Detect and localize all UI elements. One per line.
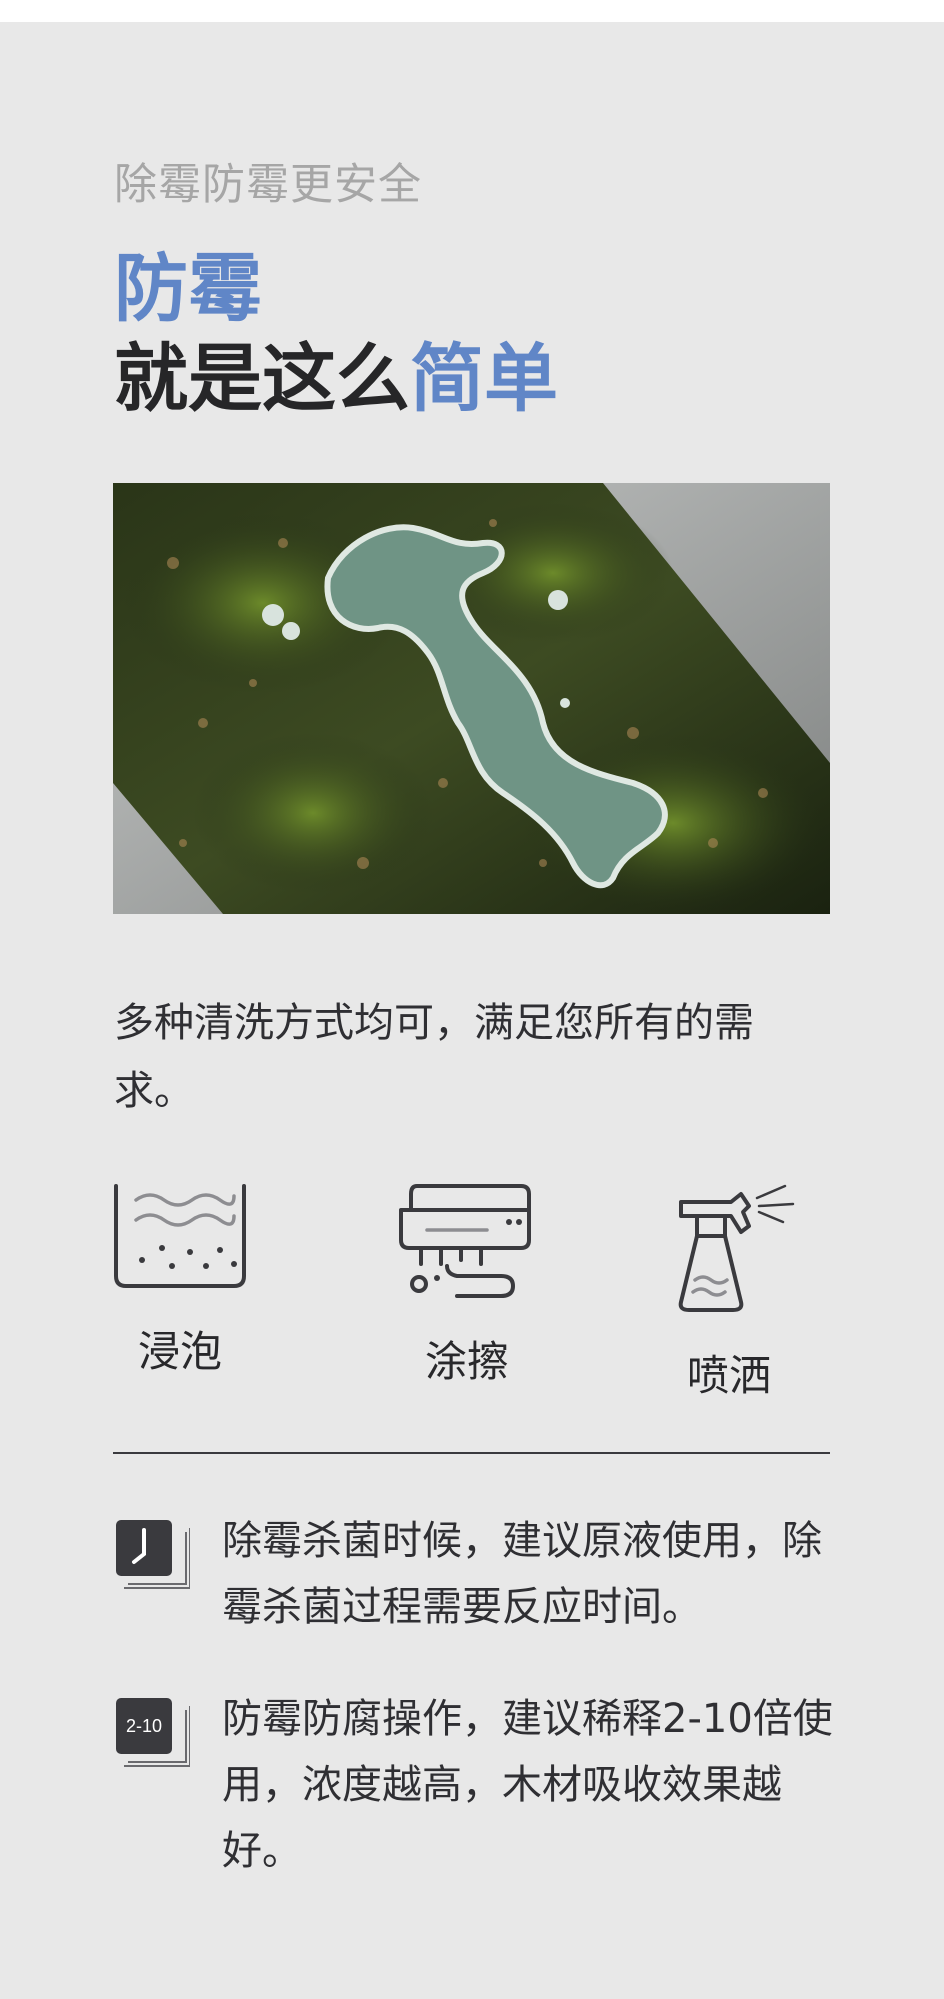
product-detail-panel: 除霉防霉更安全 防霉 就是这么简单 多种清洗方式均可，满足您所有的需求。 浸泡 …	[0, 22, 944, 1999]
dilution-stack-icon: 2-10	[116, 1698, 190, 1767]
clock-stack-icon	[116, 1520, 190, 1589]
section-divider	[113, 1452, 830, 1454]
title-line2-accent: 简单	[410, 336, 558, 422]
method-soak: 浸泡	[90, 1182, 270, 1379]
method-spray-label: 喷洒	[686, 1351, 771, 1400]
section-subtitle: 除霉防霉更安全	[114, 160, 422, 210]
method-brush-label: 涂擦	[424, 1337, 509, 1386]
page-title: 防霉 就是这么简单	[114, 244, 558, 424]
method-brush: 涂擦	[377, 1182, 557, 1389]
method-spray: 喷洒	[639, 1182, 819, 1403]
title-line2-prefix: 就是这么	[114, 336, 410, 422]
title-line1: 防霉	[114, 246, 262, 332]
description-text: 多种清洗方式均可，满足您所有的需求。	[114, 1000, 754, 1114]
mold-log-photo	[113, 483, 830, 914]
method-soak-label: 浸泡	[137, 1327, 222, 1376]
brush-icon	[399, 1184, 531, 1298]
soak-basin-icon	[114, 1184, 246, 1288]
tip-text: 防霉防腐操作，建议稀释2-10倍使用，浓度越高，木材吸收效果越好。	[222, 1696, 833, 1874]
tip-badge: 2-10	[126, 1716, 162, 1736]
tip-text: 除霉杀菌时候，建议原液使用，除霉杀菌过程需要反应时间。	[222, 1518, 822, 1630]
spray-bottle-icon	[678, 1184, 795, 1312]
